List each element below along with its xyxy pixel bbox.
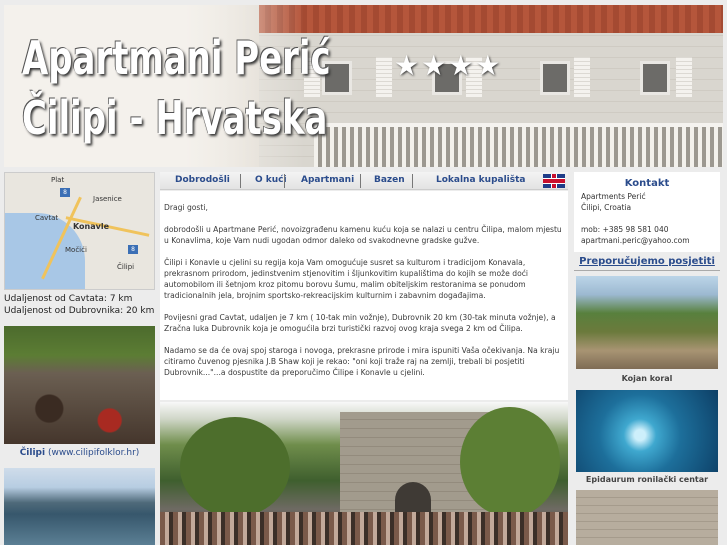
- uk-flag-icon[interactable]: [543, 174, 565, 188]
- event-photo: [160, 402, 568, 545]
- stone-building-photo[interactable]: [576, 490, 718, 545]
- banner-balcony: [314, 123, 723, 167]
- distance-cavtat: Udaljenost od Cavtata: 7 km: [4, 294, 133, 304]
- nav-item-lokalna-kupalista[interactable]: Lokalna kupališta: [436, 175, 526, 185]
- greeting: Dragi gosti,: [164, 203, 208, 212]
- distance-dubrovnik: Udaljenost od Dubrovnika: 20 km: [4, 306, 155, 316]
- dive-center-photo[interactable]: [576, 390, 718, 472]
- banner-window: [640, 61, 670, 95]
- tree: [180, 417, 290, 517]
- recommend-caption[interactable]: Kojan koral: [574, 374, 720, 383]
- nav-item-bazen[interactable]: Bazen: [374, 175, 405, 185]
- map-label: Plat: [51, 176, 65, 184]
- banner-shutter: [574, 57, 590, 97]
- main-nav: Dobrodošli O kući Apartmani Bazen Lokaln…: [160, 172, 568, 190]
- banner-shutter: [676, 57, 692, 97]
- contact-name: Apartments Perić: [581, 192, 646, 201]
- folklore-caption-title: Čilipi: [19, 448, 46, 458]
- banner-window: [540, 61, 570, 95]
- star-rating: ★★★★: [394, 49, 503, 82]
- paragraph: Povijesni grad Cavtat, udaljen je 7 km (…: [164, 313, 556, 333]
- map-label: Močići: [65, 246, 87, 254]
- paragraph: Nadamo se da će ovaj spoj staroga i novo…: [164, 346, 560, 377]
- map-label: Konavle: [73, 222, 110, 231]
- location-map[interactable]: Plat Jasenice Cavtat Konavle Močići Čili…: [4, 172, 155, 290]
- contact-box: Kontakt Apartments Perić Čilipi, Croatia…: [574, 172, 720, 252]
- nav-item-apartmani[interactable]: Apartmani: [301, 175, 354, 185]
- header-banner: Apartmani Perić ★★★★ Čilipi - Hrvatska: [4, 5, 723, 167]
- nav-item-dobrodosli[interactable]: Dobrodošli: [175, 175, 230, 185]
- page: Apartmani Perić ★★★★ Čilipi - Hrvatska P…: [0, 0, 727, 545]
- site-title: Apartmani Perić: [22, 31, 331, 85]
- nav-separator: [360, 174, 361, 188]
- paragraph: dobrodošli u Apartmane Perić, novoizgrađ…: [164, 225, 562, 245]
- road-badge: 8: [60, 188, 70, 197]
- map-sea: [5, 233, 45, 289]
- site-subtitle: Čilipi - Hrvatska: [22, 91, 328, 145]
- folklore-caption: Čilipi (www.cilipifolklor.hr): [4, 448, 155, 458]
- contact-email[interactable]: apartmani.peric@yahoo.com: [581, 236, 690, 246]
- coast-photo[interactable]: [4, 468, 155, 545]
- folklore-link[interactable]: (www.cilipifolklor.hr): [48, 448, 139, 458]
- contact-location: Čilipi, Croatia: [581, 203, 632, 212]
- paragraph: Čilipi i Konavle u cjelini su regija koj…: [164, 258, 529, 300]
- kojan-koral-photo[interactable]: [576, 276, 718, 369]
- map-label: Čilipi: [117, 263, 135, 271]
- road-badge: 8: [128, 245, 138, 254]
- nav-item-o-kuci[interactable]: O kući: [255, 175, 287, 185]
- crowd: [160, 512, 568, 545]
- welcome-text: Dragi gosti, dobrodošli u Apartmane Peri…: [160, 191, 568, 400]
- map-label: Cavtat: [35, 214, 59, 222]
- recommend-box: Preporučujemo posjetiti Kojan koral Epid…: [574, 254, 720, 545]
- nav-separator: [284, 174, 285, 188]
- recommend-title[interactable]: Preporučujemo posjetiti: [574, 256, 720, 267]
- banner-roof: [259, 5, 723, 33]
- recommend-caption[interactable]: Epidaurum ronilački centar: [574, 475, 720, 484]
- divider: [574, 270, 720, 271]
- folklore-photo[interactable]: [4, 326, 155, 444]
- tree: [460, 407, 560, 517]
- nav-separator: [240, 174, 241, 188]
- map-label: Jasenice: [93, 195, 122, 203]
- contact-title: Kontakt: [624, 178, 670, 189]
- nav-separator: [412, 174, 413, 188]
- contact-phone: mob: +385 98 581 040: [581, 225, 669, 234]
- banner-shutter: [376, 57, 392, 97]
